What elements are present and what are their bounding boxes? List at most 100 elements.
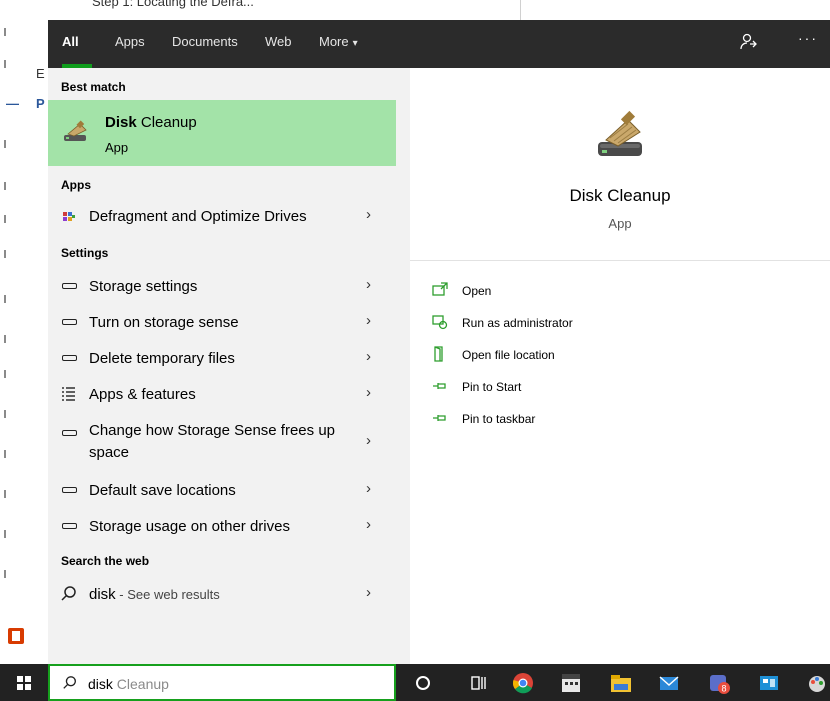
- list-item-label: Default save locations: [89, 482, 236, 499]
- doc-letter: E: [36, 66, 45, 81]
- mail-icon[interactable]: [658, 672, 680, 694]
- list-item-label: Turn on storage sense: [89, 314, 239, 331]
- margin-tick: [4, 250, 6, 258]
- list-item-label: Apps & features: [89, 386, 196, 403]
- chevron-down-icon: ▾: [352, 38, 358, 49]
- notification-badge: 8: [721, 684, 726, 694]
- best-match-heading: Best match: [61, 80, 126, 94]
- pin-icon: [433, 415, 446, 421]
- drive-icon: [60, 349, 78, 367]
- chevron-right-icon[interactable]: ›: [366, 312, 371, 329]
- cortana-icon[interactable]: [412, 672, 434, 694]
- start-search-panel: All Apps Documents Web More ▾ ··· Best ma…: [48, 20, 830, 664]
- open-icon: [432, 282, 448, 296]
- search-filter-bar: All Apps Documents Web More ▾ ···: [48, 20, 830, 68]
- margin-tick: [4, 28, 6, 36]
- margin-tick: [4, 60, 6, 68]
- best-match-name: Disk Cleanup: [105, 114, 197, 131]
- list-item-label: disk - See web results: [89, 586, 220, 603]
- tab-all[interactable]: All: [62, 34, 79, 49]
- windows-logo-icon: [17, 676, 31, 690]
- defrag-icon: [63, 212, 75, 221]
- best-match-name-bold: Disk: [105, 114, 137, 131]
- best-match-type: App: [105, 140, 129, 155]
- search-icon: [63, 676, 76, 689]
- best-match-item[interactable]: Disk Cleanup App: [48, 100, 396, 166]
- chrome-icon[interactable]: [512, 672, 534, 694]
- doc-bullet: —: [6, 96, 19, 111]
- file-explorer-icon[interactable]: [610, 672, 632, 694]
- action-label: Pin to Start: [462, 380, 522, 394]
- list-item-storage-sense-frees[interactable]: Change how Storage Sense frees up space …: [48, 414, 396, 470]
- list-item-storage-other[interactable]: Storage usage on other drives ›: [48, 508, 396, 544]
- feedback-icon[interactable]: [738, 32, 758, 52]
- margin-tick: [4, 140, 6, 148]
- margin-tick: [4, 182, 6, 190]
- action-label: Open file location: [462, 348, 555, 362]
- list-item-default-save[interactable]: Default save locations ›: [48, 472, 396, 508]
- settings-heading: Settings: [61, 246, 109, 260]
- margin-tick: [4, 530, 6, 538]
- shield-icon: [432, 315, 448, 330]
- tab-documents[interactable]: Documents: [172, 34, 238, 49]
- photos-icon[interactable]: [758, 672, 780, 694]
- list-item-label: Change how Storage Sense frees up space: [89, 422, 335, 461]
- search-input[interactable]: disk Cleanup: [88, 676, 169, 692]
- margin-tick: [4, 490, 6, 498]
- chevron-right-icon[interactable]: ›: [366, 432, 371, 449]
- list-item-apps-features[interactable]: Apps & features ›: [48, 376, 396, 412]
- margin-tick: [4, 570, 6, 578]
- taskbar: disk Cleanup 8: [0, 664, 830, 701]
- chevron-right-icon[interactable]: ›: [366, 516, 371, 533]
- disk-cleanup-icon: [64, 120, 87, 141]
- divider: [520, 0, 521, 20]
- app-notification-icon[interactable]: 8: [708, 672, 730, 694]
- results-list: Best match Disk Cleanup App Apps Defragm…: [48, 68, 396, 664]
- margin-tick: [4, 215, 6, 223]
- list-item-storage-sense[interactable]: Turn on storage sense ›: [48, 304, 396, 340]
- doc-heading: Step 1: Locating the Defra...: [92, 0, 254, 9]
- start-button[interactable]: [0, 664, 48, 701]
- tab-more[interactable]: More ▾: [319, 34, 358, 49]
- preview-pane: Disk Cleanup App Open Run as administrat…: [410, 68, 830, 664]
- paint-icon[interactable]: [806, 672, 828, 694]
- web-query: disk: [89, 586, 116, 603]
- list-item-web-search[interactable]: disk - See web results ›: [48, 576, 396, 612]
- tab-web[interactable]: Web: [265, 34, 292, 49]
- list-item-defragment[interactable]: Defragment and Optimize Drives ›: [48, 198, 396, 234]
- taskbar-search-box[interactable]: disk Cleanup: [48, 664, 396, 701]
- search-icon: [61, 586, 76, 601]
- apps-heading: Apps: [61, 178, 91, 192]
- tab-more-label: More: [319, 34, 349, 49]
- chevron-right-icon[interactable]: ›: [366, 348, 371, 365]
- task-view-icon[interactable]: [468, 672, 490, 694]
- margin-tick: [4, 410, 6, 418]
- search-typed-text: disk: [88, 676, 113, 692]
- list-icon: [62, 387, 75, 401]
- pin-icon: [433, 383, 446, 389]
- drive-icon: [60, 424, 78, 442]
- more-options-icon[interactable]: ···: [798, 30, 818, 46]
- chevron-right-icon[interactable]: ›: [366, 206, 371, 223]
- background-document: E — P: [0, 0, 48, 664]
- chevron-right-icon[interactable]: ›: [366, 384, 371, 401]
- tab-apps[interactable]: Apps: [115, 34, 145, 49]
- chevron-right-icon[interactable]: ›: [366, 584, 371, 601]
- drive-icon: [60, 481, 78, 499]
- list-item-label: Defragment and Optimize Drives: [89, 208, 307, 225]
- margin-tick: [4, 370, 6, 378]
- search-suggestion: Cleanup: [112, 676, 169, 692]
- best-match-name-rest: Cleanup: [136, 114, 197, 131]
- pdf-icon[interactable]: [8, 628, 24, 644]
- list-item-storage-settings[interactable]: Storage settings ›: [48, 268, 396, 304]
- calendar-app-icon[interactable]: [560, 672, 582, 694]
- action-label: Open: [462, 284, 492, 298]
- drive-icon: [60, 313, 78, 331]
- chevron-right-icon[interactable]: ›: [366, 480, 371, 497]
- preview-title: Disk Cleanup: [569, 186, 671, 205]
- disk-cleanup-icon: [598, 110, 642, 156]
- chevron-right-icon[interactable]: ›: [366, 276, 371, 293]
- margin-tick: [4, 335, 6, 343]
- action-label: Run as administrator: [462, 316, 573, 330]
- list-item-delete-temp[interactable]: Delete temporary files ›: [48, 340, 396, 376]
